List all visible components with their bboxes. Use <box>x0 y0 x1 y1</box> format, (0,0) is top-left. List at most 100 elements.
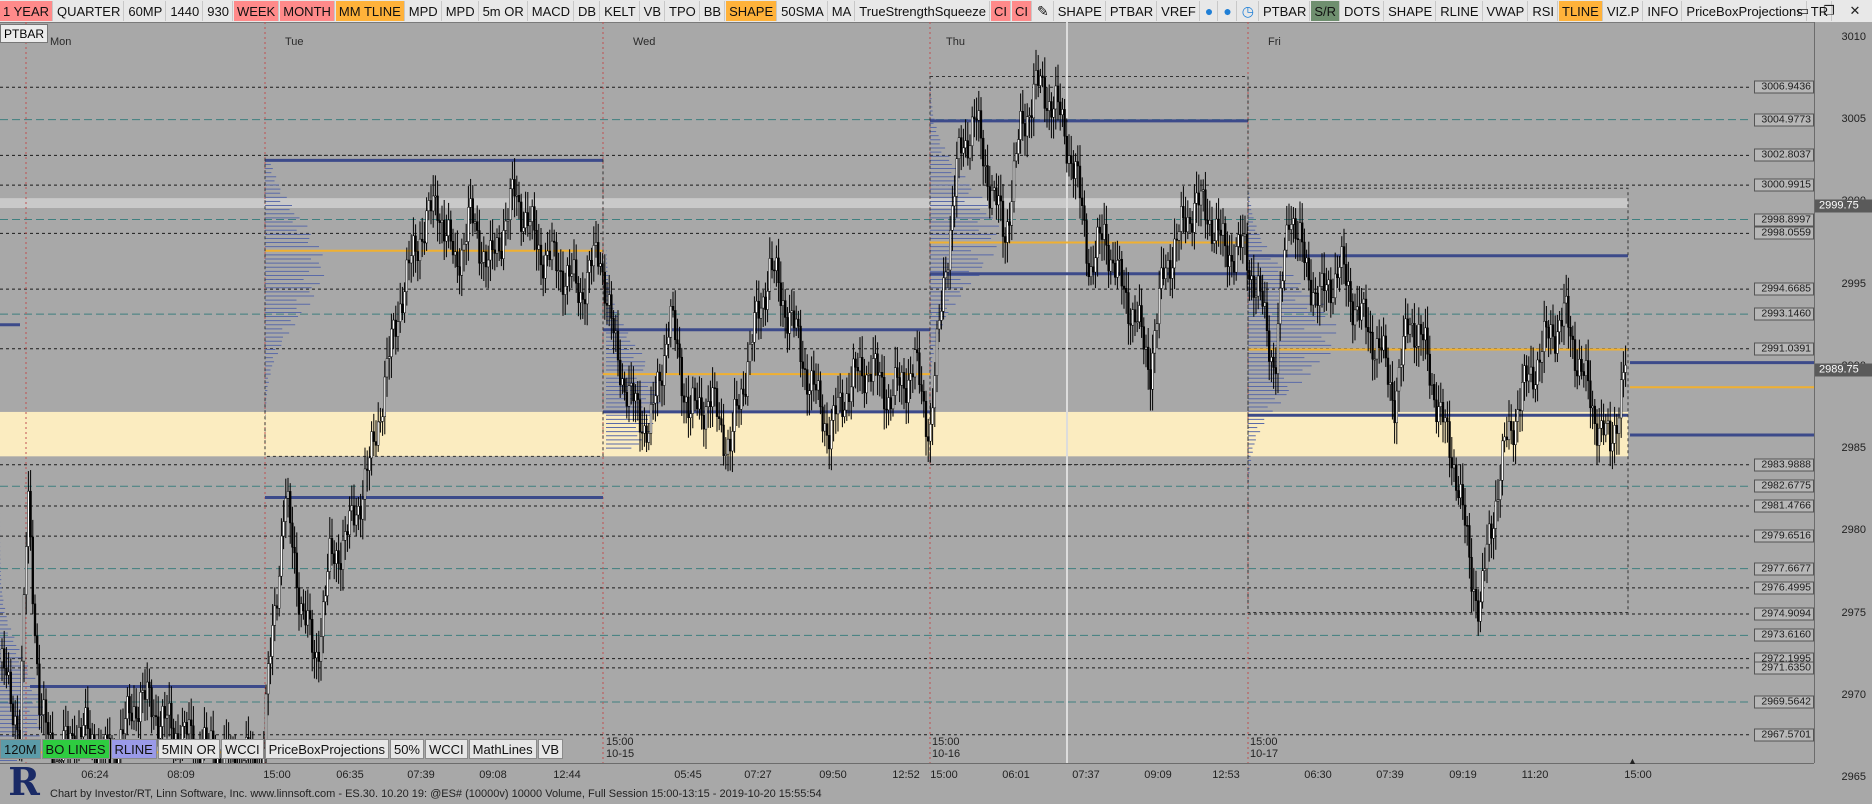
toolbar-button-60mp[interactable]: 60MP <box>125 1 167 21</box>
time-tick: 07:39 <box>1376 769 1404 781</box>
session-start-label: 15:00 10-17 <box>1250 736 1278 760</box>
session-start-time: 15:00 <box>1250 736 1278 748</box>
current-price-badge: 2989.75 <box>1815 363 1872 377</box>
toolbar-button-1-year[interactable]: 1 YEAR <box>0 1 54 21</box>
candlesticks <box>0 49 1627 763</box>
time-tick: 09:08 <box>479 769 507 781</box>
restore-icon[interactable]: ❐ <box>1816 3 1842 19</box>
toolbar-button-shape[interactable]: SHAPE <box>1055 1 1106 21</box>
indicator-button-vb[interactable]: VB <box>537 739 563 759</box>
toolbar-button-vref[interactable]: VREF <box>1158 1 1200 21</box>
toolbar-button-mm-tline[interactable]: MM TLINE <box>335 1 405 21</box>
toolbar-button-rsi[interactable]: RSI <box>1529 1 1558 21</box>
price-tick: 2995 <box>1841 277 1866 290</box>
drop-icon[interactable]: ● <box>1201 1 1219 21</box>
toolbar-button-month[interactable]: MONTH <box>280 1 335 21</box>
indicator-button-5min-or[interactable]: 5MIN OR <box>157 739 220 759</box>
level-label: 2971.6350 <box>1754 661 1814 675</box>
toolbar-button-viz-p[interactable]: VIZ.P <box>1604 1 1644 21</box>
clock-icon[interactable]: ◷ <box>1238 1 1259 21</box>
toolbar-button-rline[interactable]: RLINE <box>1437 1 1483 21</box>
footer-text: Chart by Investor/RT, Linn Software, Inc… <box>50 788 822 800</box>
current-price-badge: 2999.75 <box>1815 199 1872 213</box>
level-label: 3004.9773 <box>1754 113 1814 127</box>
toolbar-button-tline[interactable]: TLINE <box>1559 1 1603 21</box>
toolbar-button-vb[interactable]: VB <box>641 1 665 21</box>
level-label: 2998.0559 <box>1754 226 1814 240</box>
level-label: 2967.5701 <box>1754 728 1814 742</box>
toolbar-button-ci[interactable]: CI <box>991 1 1012 21</box>
toolbar-button-db[interactable]: DB <box>575 1 601 21</box>
drop-icon[interactable]: ● <box>1219 1 1237 21</box>
level-label: 2976.4995 <box>1754 581 1814 595</box>
indicator-button-mathlines[interactable]: MathLines <box>468 739 537 759</box>
toolbar-button-info[interactable]: INFO <box>1644 1 1683 21</box>
time-tick: 07:27 <box>744 769 772 781</box>
toolbar-button-1440[interactable]: 1440 <box>167 1 204 21</box>
time-tick: 06:30 <box>1304 769 1332 781</box>
session-start-label: 15:00 10-15 <box>606 736 634 760</box>
level-label: 2973.6160 <box>1754 628 1814 642</box>
pencil-icon[interactable]: ✎ <box>1033 1 1054 21</box>
time-tick: 05:45 <box>674 769 702 781</box>
toolbar-button-930[interactable]: 930 <box>204 1 233 21</box>
toolbar-button-truestrengthsqueeze[interactable]: TrueStrengthSqueeze <box>856 1 991 21</box>
level-label: 2994.6685 <box>1754 282 1814 296</box>
indicator-button-priceboxprojections[interactable]: PriceBoxProjections <box>264 739 389 759</box>
price-tick: 2975 <box>1841 606 1866 619</box>
time-axis[interactable]: 06:24 08:09 15:00 06:35 07:39 09:08 12:44 05:45… <box>0 763 1814 788</box>
investor-rt-logo: R <box>8 759 40 804</box>
session-start-label: 15:00 10-16 <box>932 736 960 760</box>
price-tick: 3005 <box>1841 113 1866 126</box>
window-controls: ▭ ❐ ✕ <box>1790 0 1868 22</box>
indicator-button-rline[interactable]: RLINE <box>110 739 157 759</box>
toolbar-button-s-r[interactable]: S/R <box>1311 1 1341 21</box>
toolbar-button-tpo[interactable]: TPO <box>666 1 700 21</box>
minimize-icon[interactable]: ▭ <box>1790 3 1816 19</box>
toolbar-button-5m-or[interactable]: 5m OR <box>480 1 528 21</box>
current-time-marker-icon: ▲ <box>1628 756 1637 766</box>
day-label-thu: Thu <box>946 36 965 48</box>
level-label: 2998.8997 <box>1754 213 1814 227</box>
session-start-time: 15:00 <box>932 736 960 748</box>
price-chart[interactable] <box>0 22 1872 763</box>
toolbar-button-kelt[interactable]: KELT <box>601 1 640 21</box>
time-tick: 08:09 <box>167 769 195 781</box>
toolbar-button-ptbar[interactable]: PTBAR <box>1260 1 1311 21</box>
time-tick: 09:50 <box>819 769 847 781</box>
indicator-button-50-[interactable]: 50% <box>389 739 424 759</box>
time-tick: 15:00 <box>930 769 958 781</box>
close-icon[interactable]: ✕ <box>1842 3 1868 19</box>
indicator-button-120m[interactable]: 120M <box>0 739 41 759</box>
time-tick: 12:44 <box>553 769 581 781</box>
toolbar-button-50sma[interactable]: 50SMA <box>778 1 828 21</box>
price-axis[interactable]: 3010300530002995299029852980297529702965 <box>1814 22 1872 783</box>
toolbar-button-shape[interactable]: SHAPE <box>726 1 778 21</box>
toolbar-button-ci[interactable]: CI <box>1012 1 1033 21</box>
toolbar-button-shape[interactable]: SHAPE <box>1385 1 1437 21</box>
toolbar-button-mpd[interactable]: MPD <box>406 1 442 21</box>
toolbar-button-vwap[interactable]: VWAP <box>1484 1 1529 21</box>
toolbar-button-quarter[interactable]: QUARTER <box>54 1 125 21</box>
level-label: 2981.4766 <box>1754 499 1814 513</box>
toolbar-button-dots[interactable]: DOTS <box>1341 1 1385 21</box>
indicator-button-bo-lines[interactable]: BO LINES <box>41 739 110 759</box>
price-tick: 2970 <box>1841 688 1866 701</box>
level-label: 3000.9915 <box>1754 178 1814 192</box>
toolbar-button-macd[interactable]: MACD <box>529 1 575 21</box>
toolbar-button-priceboxprojections[interactable]: PriceBoxProjections <box>1683 1 1807 21</box>
time-tick: 09:09 <box>1144 769 1172 781</box>
ptbar-tag[interactable]: PTBAR <box>0 24 49 43</box>
level-label: 3006.9436 <box>1754 80 1814 94</box>
toolbar-button-bb[interactable]: BB <box>701 1 726 21</box>
indicator-button-wcci[interactable]: WCCI <box>425 739 468 759</box>
toolbar-button-week[interactable]: WEEK <box>233 1 280 21</box>
time-tick: 09:19 <box>1449 769 1477 781</box>
session-start-date: 10-17 <box>1250 748 1279 760</box>
level-label: 2991.0391 <box>1754 342 1814 356</box>
toolbar-button-mpd[interactable]: MPD <box>443 1 479 21</box>
indicator-button-wcci[interactable]: WCCI <box>220 739 264 759</box>
footer: Chart by Investor/RT, Linn Software, Inc… <box>0 787 1872 802</box>
toolbar-button-ma[interactable]: MA <box>829 1 856 21</box>
toolbar-button-ptbar[interactable]: PTBAR <box>1107 1 1158 21</box>
